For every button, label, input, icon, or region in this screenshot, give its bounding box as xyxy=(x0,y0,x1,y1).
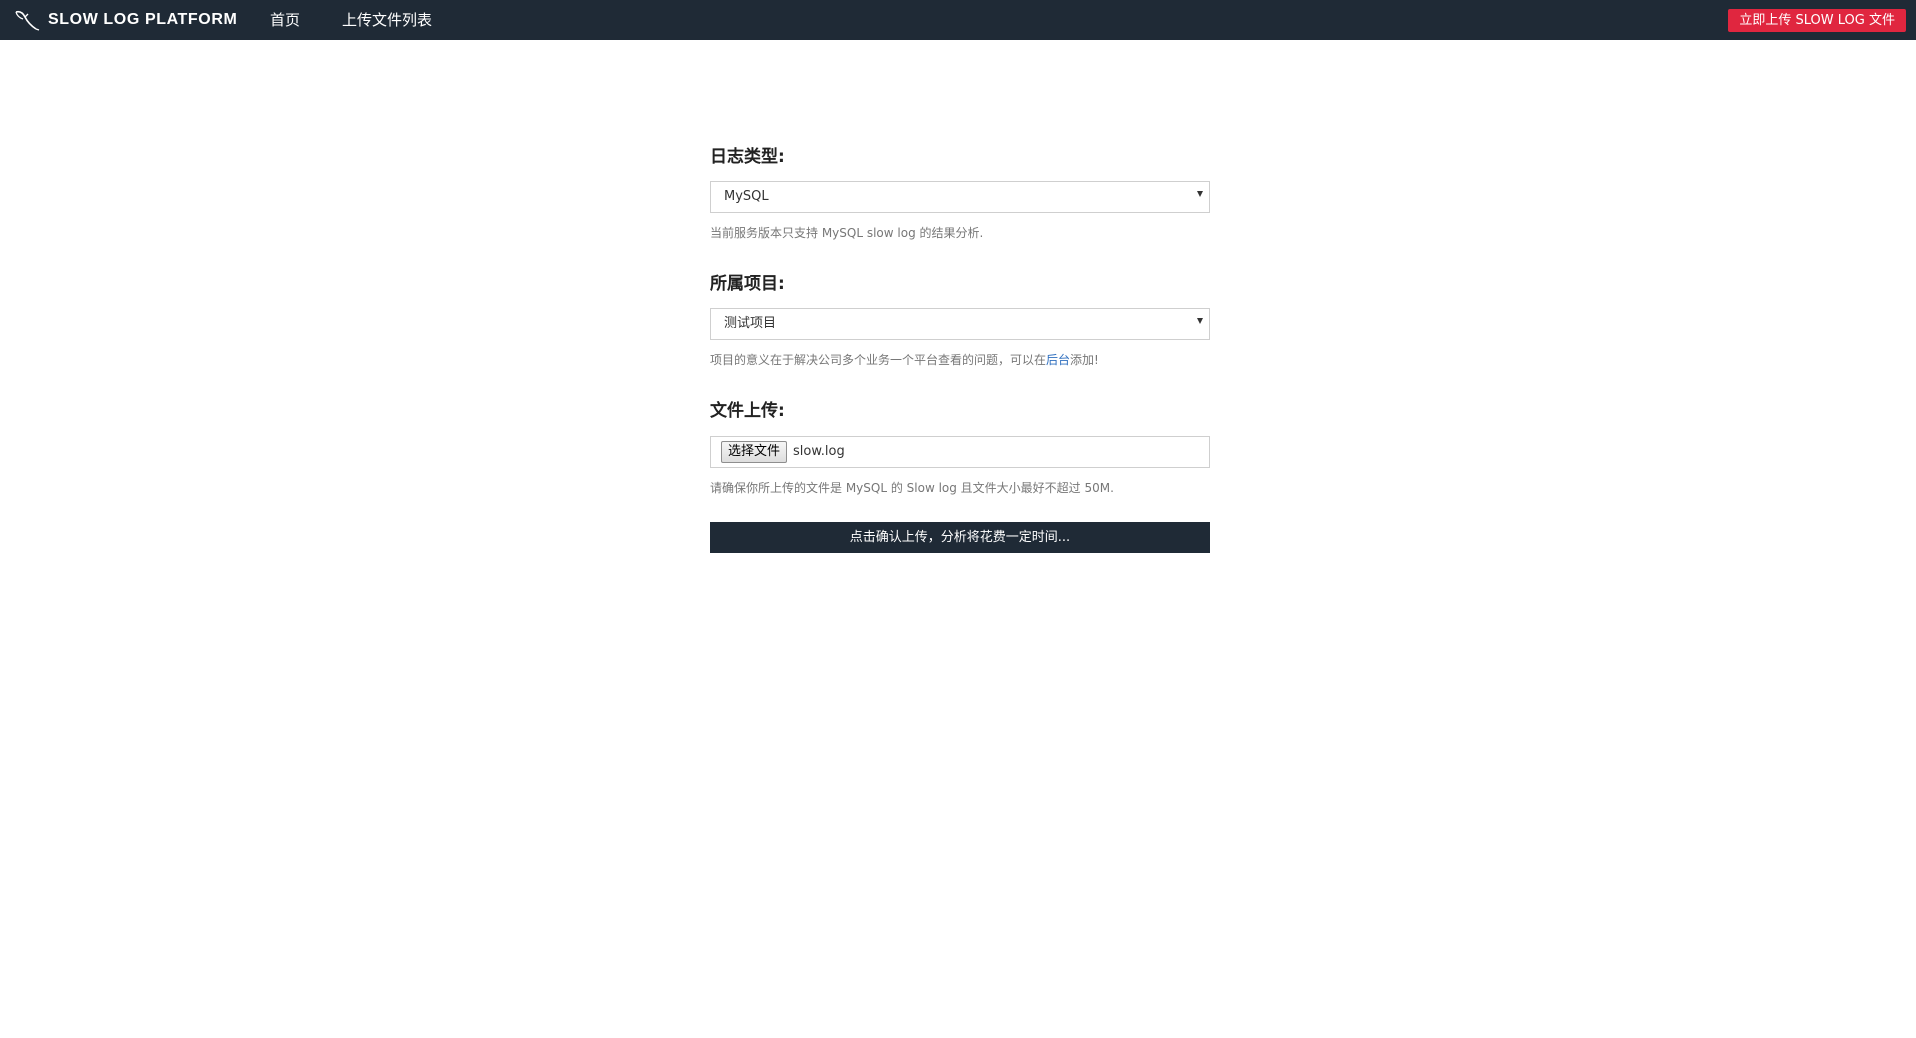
project-selected: 测试项目 xyxy=(724,316,777,331)
log-type-selected: MySQL xyxy=(724,189,769,204)
project-help: 项目的意义在于解决公司多个业务一个平台查看的问题，可以在后台添加! xyxy=(710,351,1099,368)
nav-home-link[interactable]: 首页 xyxy=(270,0,300,40)
file-input[interactable]: 选择文件 slow.log xyxy=(710,436,1210,468)
project-select[interactable]: 测试项目 xyxy=(710,308,1210,340)
log-type-label: 日志类型: xyxy=(710,147,785,167)
file-name: slow.log xyxy=(793,444,845,459)
file-upload-help: 请确保你所上传的文件是 MySQL 的 Slow log 且文件大小最好不超过 … xyxy=(710,481,1114,495)
project-help-text: 项目的意义在于解决公司多个业务一个平台查看的问题，可以在 xyxy=(710,353,1047,367)
log-type-select[interactable]: MySQL xyxy=(710,181,1210,213)
brand-title: SLOW LOG PLATFORM xyxy=(48,11,238,28)
brand[interactable]: SLOW LOG PLATFORM xyxy=(14,0,237,40)
mysql-dolphin-icon xyxy=(15,10,40,31)
top-navbar: SLOW LOG PLATFORM 首页 上传文件列表 立即上传 SLOW LO… xyxy=(0,0,1916,40)
file-upload-label: 文件上传: xyxy=(710,401,785,421)
confirm-upload-button[interactable]: 点击确认上传，分析将花费一定时间... xyxy=(710,522,1210,553)
nav-upload-list-link[interactable]: 上传文件列表 xyxy=(342,0,432,40)
caret-down-icon xyxy=(1197,191,1203,197)
project-label: 所属项目: xyxy=(710,274,785,294)
caret-down-icon xyxy=(1197,318,1203,324)
upload-now-button[interactable]: 立即上传 SLOW LOG 文件 xyxy=(1728,9,1906,32)
choose-file-button[interactable]: 选择文件 xyxy=(721,441,788,463)
admin-link[interactable]: 后台 xyxy=(1046,353,1070,367)
project-help-suffix: 添加! xyxy=(1070,353,1099,367)
log-type-help: 当前服务版本只支持 MySQL slow log 的结果分析. xyxy=(710,226,984,240)
